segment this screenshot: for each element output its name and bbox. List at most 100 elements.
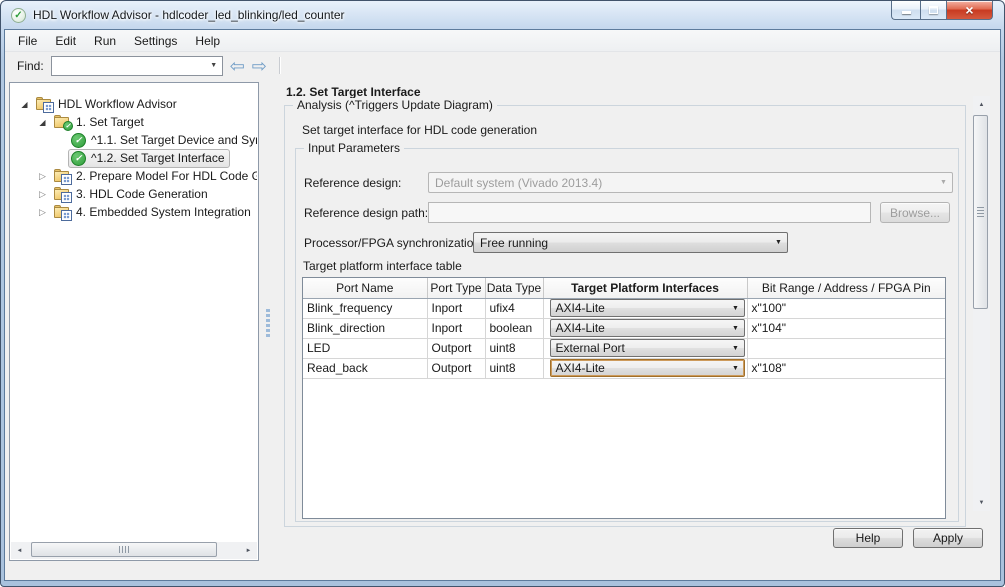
scrollbar-thumb[interactable] [31,542,217,557]
reference-design-label: Reference design: [304,176,401,190]
cell-port-type: Inport [427,318,485,338]
reference-design-dropdown[interactable]: Default system (Vivado 2013.4) ▼ [428,172,953,193]
table-row: Blink_frequency Inport ufix4 AXI4-Lite ▼ [303,298,945,318]
chevron-down-icon[interactable]: ▼ [206,62,222,69]
target-platform-interface-table: Port NamePort TypeData TypeTarget Platfo… [302,277,946,519]
task-content-panel: 1.2. Set Target Interface Analysis (^Tri… [271,79,998,580]
tree-expander-icon[interactable] [35,189,50,200]
interface-dropdown[interactable]: AXI4-Lite ▼ [550,359,745,377]
input-parameters-groupbox: Input Parameters Reference design: Defau… [295,148,959,522]
menubar: FileEditRunSettingsHelp [5,30,1000,52]
scrollbar-thumb[interactable] [973,115,988,309]
tree-expander-icon[interactable] [35,171,50,182]
tree-item-label: 3. HDL Code Generation [76,187,208,201]
hdl-workflow-advisor-window: HDL Workflow Advisor - hdlcoder_led_blin… [0,0,1005,587]
window-title: HDL Workflow Advisor - hdlcoder_led_blin… [33,8,345,22]
scroll-up-icon[interactable]: ▲ [973,96,990,113]
tree-item-label: ^1.1. Set Target Device and Synth [91,133,257,147]
scroll-down-icon[interactable]: ▼ [973,494,990,511]
tree-panel: HDL Workflow Advisor 1. Set Target [9,82,259,561]
menu-item[interactable]: Edit [46,30,85,51]
maximize-button[interactable] [920,1,947,20]
tree-expander-icon[interactable] [17,100,32,109]
menu-item[interactable]: Run [85,30,125,51]
processor-fpga-sync-label: Processor/FPGA synchronization: [304,236,483,250]
tree-item-label: 1. Set Target [76,115,144,129]
interface-dropdown[interactable]: External Port ▼ [550,339,745,357]
tree-item[interactable]: ^1.1. Set Target Device and Synth [11,131,257,149]
scrollbar-track[interactable] [973,113,990,494]
find-previous-button[interactable]: ⇦ [230,57,245,75]
help-button[interactable]: Help [833,528,903,548]
tree-item-icon [53,115,71,129]
tree-item-icon [53,205,71,219]
close-button[interactable]: × [947,1,993,20]
tree-item[interactable]: 1. Set Target [11,113,257,131]
content-vertical-scrollbar[interactable]: ▲ ▼ [973,96,990,511]
cell-port-name: LED [303,338,427,358]
find-toolbar: Find: ▼ ⇦ ⇨ [5,52,1000,79]
scroll-left-icon[interactable]: ◄ [11,542,28,559]
maximize-icon [929,6,938,14]
cell-port-name: Blink_direction [303,318,427,338]
cell-target-interface: AXI4-Lite ▼ [543,358,747,378]
analysis-groupbox: Analysis (^Triggers Update Diagram) Set … [284,105,966,527]
find-combobox[interactable]: ▼ [51,56,223,76]
main-area: HDL Workflow Advisor 1. Set Target [5,79,1000,580]
cell-port-name: Blink_frequency [303,298,427,318]
tree-expander-icon[interactable] [35,207,50,218]
menu-item[interactable]: File [9,30,46,51]
tree-item-label: HDL Workflow Advisor [58,97,177,111]
apply-button[interactable]: Apply [913,528,983,548]
analysis-group-label: Analysis (^Triggers Update Diagram) [293,98,497,112]
client-area: FileEditRunSettingsHelp Find: ▼ ⇦ ⇨ [4,29,1001,581]
table-column-header: Data Type [485,278,543,298]
interface-dropdown[interactable]: AXI4-Lite ▼ [550,319,745,337]
tree-item-icon [71,133,86,148]
table-row: Read_back Outport uint8 AXI4-Lite ▼ [303,358,945,378]
table-column-header: Target Platform Interfaces [543,278,747,298]
reference-design-path-field[interactable] [428,202,871,223]
cell-target-interface: AXI4-Lite ▼ [543,298,747,318]
cell-port-name: Read_back [303,358,427,378]
task-heading: 1.2. Set Target Interface [286,85,421,99]
table-column-header: Bit Range / Address / FPGA Pin [747,278,945,298]
chevron-down-icon: ▼ [728,345,744,352]
minimize-button[interactable] [891,1,920,20]
tree-item[interactable]: 4. Embedded System Integration [11,203,257,221]
cell-data-type: uint8 [485,358,543,378]
scroll-right-icon[interactable]: ► [240,542,257,559]
table-header-row: Port NamePort TypeData TypeTarget Platfo… [303,278,945,298]
cell-target-interface: AXI4-Lite ▼ [543,318,747,338]
tree-expander-icon[interactable] [35,118,50,127]
tree-horizontal-scrollbar[interactable]: ◄ ► [11,542,257,559]
menu-item[interactable]: Help [186,30,229,51]
toolbar-separator [279,57,280,74]
menu-item[interactable]: Settings [125,30,186,51]
panel-splitter[interactable] [266,309,270,338]
tree-item[interactable]: ^1.2. Set Target Interface [11,149,257,167]
scrollbar-grip [119,546,130,553]
reference-design-path-label: Reference design path: [304,206,428,220]
tree-item-label: 2. Prepare Model For HDL Code Genera [76,169,257,183]
browse-button[interactable]: Browse... [880,202,950,223]
cell-port-type: Outport [427,338,485,358]
tree-item[interactable]: 3. HDL Code Generation [11,185,257,203]
window-controls: × [891,1,993,20]
scrollbar-track[interactable] [28,542,240,559]
find-input[interactable] [52,59,206,73]
titlebar[interactable]: HDL Workflow Advisor - hdlcoder_led_blin… [1,1,1004,29]
table-column-header: Port Name [303,278,427,298]
find-next-button[interactable]: ⇨ [252,57,267,75]
tree-item[interactable]: 2. Prepare Model For HDL Code Genera [11,167,257,185]
tree-item-icon [35,97,53,111]
scrollbar-grip [977,207,984,218]
app-check-icon [11,8,26,23]
input-parameters-label: Input Parameters [304,141,404,155]
processor-fpga-sync-dropdown[interactable]: Free running ▼ [473,232,788,253]
tree-item-icon [71,151,86,166]
tree-item[interactable]: HDL Workflow Advisor [11,95,257,113]
chevron-down-icon: ▼ [728,305,744,312]
chevron-down-icon: ▼ [728,365,744,372]
interface-dropdown[interactable]: AXI4-Lite ▼ [550,299,745,317]
